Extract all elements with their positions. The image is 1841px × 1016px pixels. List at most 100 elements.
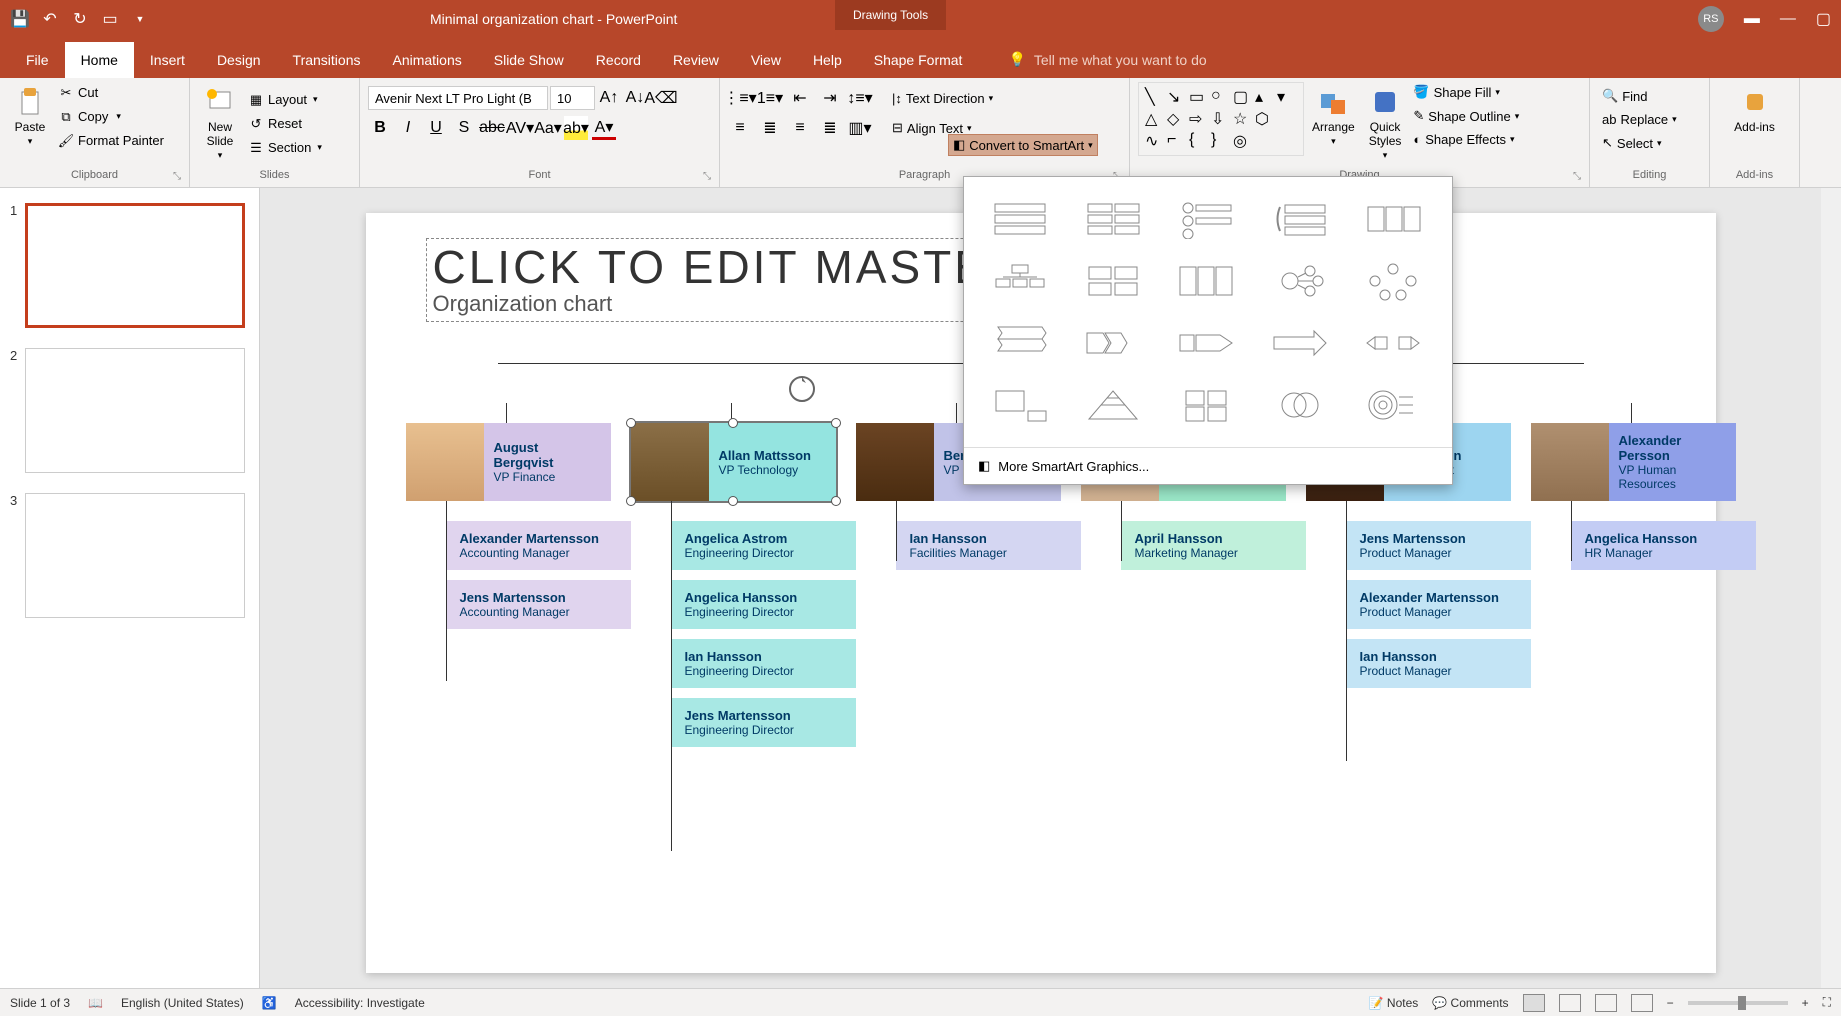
align-right-button[interactable]: ≡ bbox=[788, 116, 812, 140]
smartart-option-chevron-vert[interactable] bbox=[978, 315, 1062, 371]
qat-customize-icon[interactable]: ▼ bbox=[130, 9, 150, 29]
shape-effects-button[interactable]: ◐Shape Effects▾ bbox=[1409, 130, 1523, 149]
card-tech-3[interactable]: Ian HanssonEngineering Director bbox=[671, 639, 856, 688]
slide-thumbnail-3[interactable] bbox=[25, 493, 245, 618]
minimize-icon[interactable]: — bbox=[1780, 10, 1796, 28]
smartart-option-cycle[interactable] bbox=[1351, 253, 1435, 309]
bold-button[interactable]: B bbox=[368, 116, 392, 140]
zoom-thumb[interactable] bbox=[1738, 996, 1746, 1010]
decrease-indent-button[interactable]: ⇤ bbox=[788, 86, 812, 110]
find-button[interactable]: 🔍Find bbox=[1598, 86, 1701, 106]
card-prod-1[interactable]: Jens MartenssonProduct Manager bbox=[1346, 521, 1531, 570]
selection-handle[interactable] bbox=[831, 496, 841, 506]
card-vp-tech[interactable]: Allan MattssonVP Technology bbox=[631, 423, 836, 501]
drawing-dialog-launcher[interactable]: ⤡ bbox=[1573, 171, 1587, 185]
smartart-option-radial[interactable] bbox=[1258, 253, 1342, 309]
highlight-button[interactable]: ab▾ bbox=[564, 116, 588, 140]
clear-formatting-icon[interactable]: A⌫ bbox=[649, 86, 673, 110]
clipboard-dialog-launcher[interactable]: ⤡ bbox=[173, 171, 187, 185]
layout-button[interactable]: ▦Layout▾ bbox=[244, 90, 326, 110]
smartart-option-pyramid[interactable] bbox=[1071, 377, 1155, 433]
tab-design[interactable]: Design bbox=[201, 42, 277, 78]
smartart-option-continuous-arrow[interactable] bbox=[1258, 315, 1342, 371]
slideshow-icon[interactable]: ▭ bbox=[100, 9, 120, 29]
shape-fill-button[interactable]: 🪣Shape Fill▾ bbox=[1409, 82, 1523, 102]
shape-star-icon[interactable]: ☆ bbox=[1233, 109, 1253, 129]
smartart-option-venn[interactable] bbox=[1258, 377, 1342, 433]
tab-insert[interactable]: Insert bbox=[134, 42, 201, 78]
shape-conn-icon[interactable]: ⌐ bbox=[1167, 131, 1187, 151]
card-tech-1[interactable]: Angelica AstromEngineering Director bbox=[671, 521, 856, 570]
smartart-option-vertical-bullet[interactable] bbox=[1164, 191, 1248, 247]
selection-handle[interactable] bbox=[626, 496, 636, 506]
selection-handle[interactable] bbox=[831, 418, 841, 428]
shape-nav-icon[interactable]: ▾ bbox=[1277, 87, 1297, 107]
card-mkt-1[interactable]: April HanssonMarketing Manager bbox=[1121, 521, 1306, 570]
align-left-button[interactable]: ≡ bbox=[728, 116, 752, 140]
strikethrough-button[interactable]: abc bbox=[480, 116, 504, 140]
shape-oval-icon[interactable]: ○ bbox=[1211, 87, 1231, 107]
tab-review[interactable]: Review bbox=[657, 42, 735, 78]
reset-button[interactable]: ↺Reset bbox=[244, 114, 326, 134]
redo-icon[interactable]: ↻ bbox=[70, 9, 90, 29]
increase-indent-button[interactable]: ⇥ bbox=[818, 86, 842, 110]
shape-up-icon[interactable]: ▴ bbox=[1255, 87, 1275, 107]
align-center-button[interactable]: ≣ bbox=[758, 116, 782, 140]
card-vp-hr[interactable]: Alexander PerssonVP Human Resources bbox=[1531, 423, 1736, 501]
tab-shape-format[interactable]: Shape Format bbox=[858, 42, 979, 78]
tab-file[interactable]: File bbox=[10, 42, 65, 78]
shape-outline-button[interactable]: ✎Shape Outline▾ bbox=[1409, 106, 1523, 126]
paste-button[interactable]: Paste ▾ bbox=[8, 82, 52, 151]
shape-arr-r-icon[interactable]: ⇨ bbox=[1189, 109, 1209, 129]
tab-transitions[interactable]: Transitions bbox=[277, 42, 377, 78]
shape-rect-icon[interactable]: ▭ bbox=[1189, 87, 1209, 107]
tab-animations[interactable]: Animations bbox=[376, 42, 477, 78]
status-dictionary-icon[interactable]: 📖 bbox=[88, 996, 103, 1010]
shape-callout-icon[interactable]: ◎ bbox=[1233, 131, 1253, 151]
fit-to-window-button[interactable]: ⛶ bbox=[1823, 995, 1831, 1010]
shape-hex-icon[interactable]: ⬡ bbox=[1255, 109, 1275, 129]
card-prod-3[interactable]: Ian HanssonProduct Manager bbox=[1346, 639, 1531, 688]
cut-button[interactable]: ✂Cut bbox=[54, 83, 168, 103]
card-finance-1[interactable]: Alexander MartenssonAccounting Manager bbox=[446, 521, 631, 570]
status-slide-number[interactable]: Slide 1 of 3 bbox=[10, 996, 70, 1010]
smartart-option-picture-list[interactable] bbox=[1071, 253, 1155, 309]
tab-help[interactable]: Help bbox=[797, 42, 858, 78]
slide-thumbnail-1[interactable] bbox=[25, 203, 245, 328]
font-color-button[interactable]: A▾ bbox=[592, 116, 616, 140]
smartart-option-arrow-process[interactable] bbox=[1164, 315, 1248, 371]
increase-font-icon[interactable]: A↑ bbox=[597, 86, 621, 110]
columns-button[interactable]: ▥▾ bbox=[848, 116, 872, 140]
smartart-option-opposing-arrows[interactable] bbox=[1351, 315, 1435, 371]
bullets-button[interactable]: ⋮≡▾ bbox=[728, 86, 752, 110]
tab-record[interactable]: Record bbox=[580, 42, 657, 78]
char-spacing-button[interactable]: AV▾ bbox=[508, 116, 532, 140]
new-slide-button[interactable]: New Slide ▾ bbox=[198, 82, 242, 165]
shape-arrow-icon[interactable]: ↘ bbox=[1167, 87, 1187, 107]
view-slideshow-button[interactable] bbox=[1631, 994, 1653, 1012]
slide-thumbnail-2[interactable] bbox=[25, 348, 245, 473]
copy-button[interactable]: ⧉Copy▾ bbox=[54, 107, 168, 127]
view-normal-button[interactable] bbox=[1523, 994, 1545, 1012]
font-dialog-launcher[interactable]: ⤡ bbox=[703, 171, 717, 185]
smartart-option-matrix[interactable] bbox=[1164, 377, 1248, 433]
tell-me-search[interactable]: 💡 Tell me what you want to do bbox=[1008, 41, 1206, 78]
zoom-out-button[interactable]: − bbox=[1667, 996, 1674, 1010]
text-direction-button[interactable]: |↕Text Direction▾ bbox=[888, 89, 997, 108]
view-reading-button[interactable] bbox=[1595, 994, 1617, 1012]
addins-button[interactable]: Add-ins bbox=[1718, 82, 1791, 138]
card-hr-1[interactable]: Angelica HanssonHR Manager bbox=[1571, 521, 1756, 570]
tab-home[interactable]: Home bbox=[65, 42, 134, 78]
card-tech-2[interactable]: Angelica HanssonEngineering Director bbox=[671, 580, 856, 629]
selection-handle[interactable] bbox=[728, 418, 738, 428]
vertical-scrollbar[interactable] bbox=[1821, 188, 1841, 998]
tab-view[interactable]: View bbox=[735, 42, 797, 78]
comments-button[interactable]: 💬 Comments bbox=[1432, 996, 1508, 1010]
smartart-option-table-list[interactable] bbox=[1351, 191, 1435, 247]
status-language[interactable]: English (United States) bbox=[121, 996, 244, 1010]
select-button[interactable]: ↖Select▾ bbox=[1598, 133, 1701, 153]
card-vp-finance[interactable]: August BergqvistVP Finance bbox=[406, 423, 611, 501]
justify-button[interactable]: ≣ bbox=[818, 116, 842, 140]
line-spacing-button[interactable]: ↕≡▾ bbox=[848, 86, 872, 110]
selection-handle[interactable] bbox=[626, 418, 636, 428]
